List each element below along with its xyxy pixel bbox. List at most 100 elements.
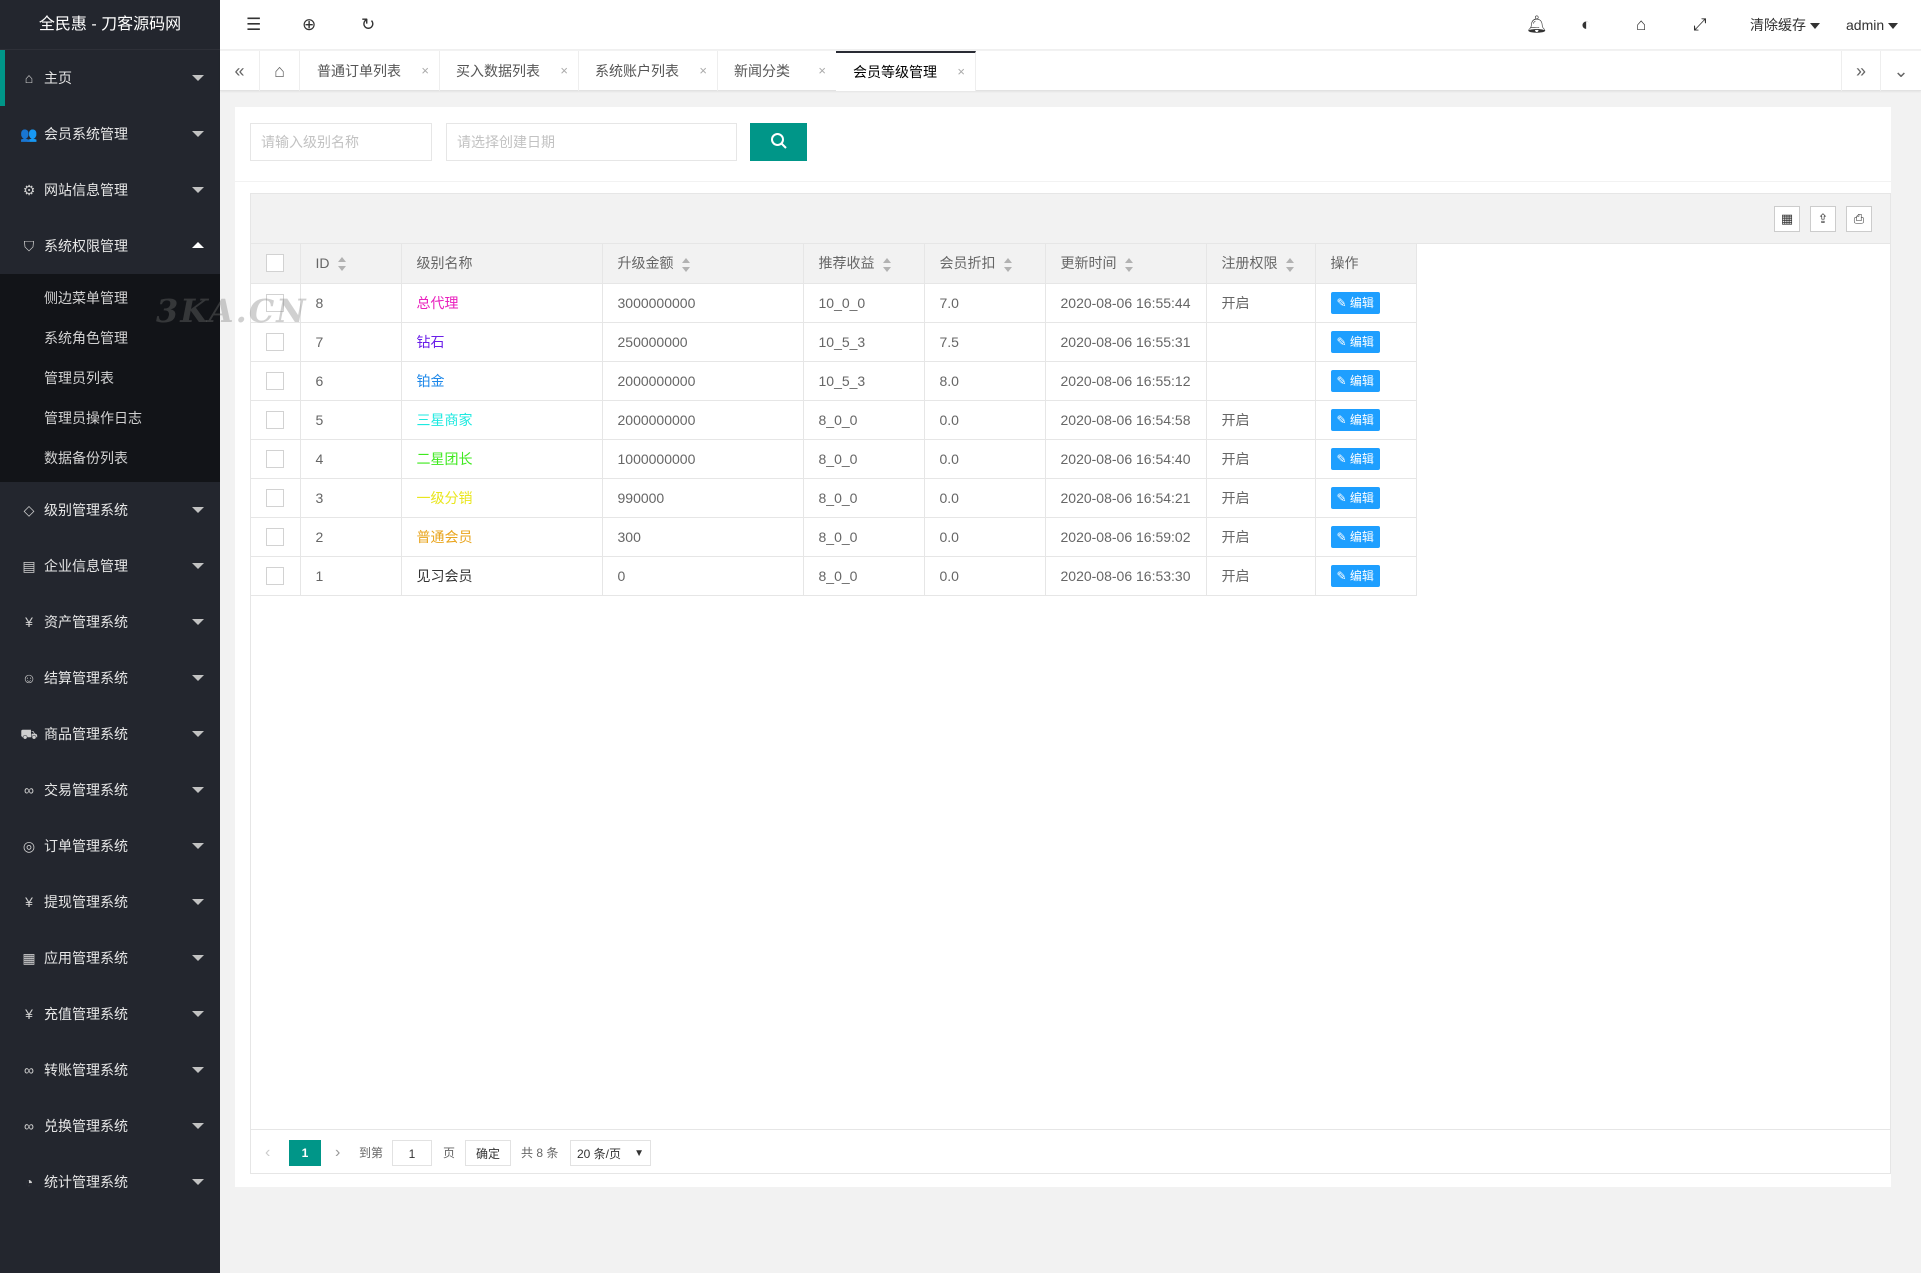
menu-toggle-icon[interactable]: ☰ xyxy=(246,0,261,50)
sidebar-subitem-4[interactable]: 数据备份列表 xyxy=(0,438,220,478)
home-tab-icon[interactable]: ⌂ xyxy=(260,51,300,91)
th-perm[interactable]: 注册权限 xyxy=(1206,244,1316,284)
sidebar-item-11[interactable]: ¥ 提现管理系统 xyxy=(0,874,220,930)
sidebar-item-15[interactable]: ∞ 兑换管理系统 xyxy=(0,1098,220,1154)
sidebar-item-16[interactable]: ◔ 统计管理系统 xyxy=(0,1154,220,1210)
edit-button[interactable]: ✎ 编辑 xyxy=(1330,291,1380,314)
columns-filter-icon[interactable]: ▦ xyxy=(1774,206,1800,232)
tab-2[interactable]: 系统账户列表 × xyxy=(578,51,718,91)
edit-button[interactable]: ✎ 编辑 xyxy=(1330,486,1380,509)
cell-id: 5 xyxy=(300,400,402,440)
refresh-icon[interactable]: ↻ xyxy=(361,0,375,50)
edit-button[interactable]: ✎ 编辑 xyxy=(1330,525,1380,548)
tabs-menu-chevron-down-icon[interactable]: ⌄ xyxy=(1881,51,1921,91)
th-discount[interactable]: 会员折扣 xyxy=(924,244,1046,284)
row-checkbox[interactable] xyxy=(266,566,285,585)
goto-page-input[interactable]: 1 xyxy=(392,1140,432,1166)
sidebar-item-8[interactable]: ⛟ 商品管理系统 xyxy=(0,706,220,762)
tab-0[interactable]: 普通订单列表 × xyxy=(300,51,440,91)
bell-icon[interactable]: 🔔︎ xyxy=(1526,0,1548,50)
row-checkbox[interactable] xyxy=(266,332,285,351)
page-1-button[interactable]: 1 xyxy=(289,1140,321,1166)
tab-1[interactable]: 买入数据列表 × xyxy=(439,51,579,91)
tabs-scroll-right-icon[interactable]: » xyxy=(1841,51,1881,91)
th-time[interactable]: 更新时间 xyxy=(1045,244,1207,284)
sidebar-item-10[interactable]: ◎ 订单管理系统 xyxy=(0,818,220,874)
tab-label: 系统账户列表 xyxy=(595,63,679,79)
clear-cache-menu[interactable]: 清除缓存 xyxy=(1750,0,1820,50)
sort-icon[interactable] xyxy=(1285,257,1294,272)
edit-button[interactable]: ✎ 编辑 xyxy=(1330,369,1380,392)
sidebar-item-0[interactable]: ⌂ 主页 xyxy=(0,50,220,106)
user-menu[interactable]: admin xyxy=(1846,0,1899,50)
th-reward[interactable]: 推荐收益 xyxy=(803,244,925,284)
sidebar-item-7[interactable]: ☺ 结算管理系统 xyxy=(0,650,220,706)
sidebar-item-1[interactable]: 👥 会员系统管理 xyxy=(0,106,220,162)
row-checkbox[interactable] xyxy=(266,488,285,507)
page-size-select[interactable]: 20 条/页 ▼ xyxy=(570,1140,651,1166)
sort-icon[interactable] xyxy=(681,257,690,272)
th-amount[interactable]: 升级金额 xyxy=(602,244,804,284)
sort-icon[interactable] xyxy=(337,257,346,272)
pencil-icon: ✎ xyxy=(1336,295,1350,310)
sidebar-item-14[interactable]: ∞ 转账管理系统 xyxy=(0,1042,220,1098)
next-page-icon[interactable]: › xyxy=(335,1140,340,1166)
cell-amount: 0 xyxy=(602,556,804,596)
row-checkbox[interactable] xyxy=(266,410,285,429)
sort-icon[interactable] xyxy=(882,257,891,272)
search-button[interactable] xyxy=(750,123,807,161)
sidebar-item-5[interactable]: ▤ 企业信息管理 xyxy=(0,538,220,594)
sidebar-item-13[interactable]: ¥ 充值管理系统 xyxy=(0,986,220,1042)
close-icon[interactable]: × xyxy=(818,51,826,91)
cell-actions: ✎ 编辑 xyxy=(1315,517,1417,557)
cell-amount: 250000000 xyxy=(602,322,804,362)
th-id[interactable]: ID xyxy=(300,244,402,284)
sidebar-item-2[interactable]: ⚙ 网站信息管理 xyxy=(0,162,220,218)
sidebar-subitem-2[interactable]: 管理员列表 xyxy=(0,358,220,398)
chevron-down-icon xyxy=(192,731,204,737)
tag-icon[interactable]: ⌂ xyxy=(1636,0,1646,50)
goto-confirm-button[interactable]: 确定 xyxy=(465,1140,511,1166)
sidebar-subitem-3[interactable]: 管理员操作日志 xyxy=(0,398,220,438)
fullscreen-icon[interactable]: ⤢ xyxy=(1693,0,1707,50)
chevron-down-icon xyxy=(192,955,204,961)
edit-button[interactable]: ✎ 编辑 xyxy=(1330,330,1380,353)
tab-4[interactable]: 会员等级管理 × xyxy=(836,51,976,91)
sidebar-item-4[interactable]: ◇ 级别管理系统 xyxy=(0,482,220,538)
close-icon[interactable]: × xyxy=(699,51,707,91)
sort-icon[interactable] xyxy=(1003,257,1012,272)
create-date-input[interactable] xyxy=(446,123,737,161)
cell-discount: 0.0 xyxy=(924,400,1046,440)
palette-icon[interactable]: ◐ xyxy=(1581,0,1591,50)
sidebar-item-9[interactable]: ∞ 交易管理系统 xyxy=(0,762,220,818)
sidebar-item-12[interactable]: ▦ 应用管理系统 xyxy=(0,930,220,986)
row-checkbox[interactable] xyxy=(266,371,285,390)
row-checkbox[interactable] xyxy=(266,449,285,468)
edit-button[interactable]: ✎ 编辑 xyxy=(1330,564,1380,587)
sidebar-item-6[interactable]: ¥ 资产管理系统 xyxy=(0,594,220,650)
edit-label: 编辑 xyxy=(1349,412,1374,427)
select-all-checkbox[interactable] xyxy=(266,254,285,273)
cell-name: 二星团长 xyxy=(401,439,603,479)
pencil-icon: ✎ xyxy=(1336,568,1350,583)
prev-page-icon[interactable]: ‹ xyxy=(265,1140,270,1166)
close-icon[interactable]: × xyxy=(560,51,568,91)
select-all-cell xyxy=(251,244,301,284)
edit-button[interactable]: ✎ 编辑 xyxy=(1330,447,1380,470)
close-icon[interactable]: × xyxy=(421,51,429,91)
row-checkbox[interactable] xyxy=(266,527,285,546)
level-name-search-input[interactable] xyxy=(250,123,432,161)
close-icon[interactable]: × xyxy=(957,53,965,91)
sort-icon[interactable] xyxy=(1124,257,1133,272)
sidebar-item-3[interactable]: ⛉ 系统权限管理 xyxy=(0,218,220,274)
cell-discount: 7.0 xyxy=(924,283,1046,323)
cell-name: 总代理 xyxy=(401,283,603,323)
sidebar-item-label: 商品管理系统 xyxy=(44,726,128,742)
globe-icon[interactable]: ⊕ xyxy=(302,0,316,50)
edit-button[interactable]: ✎ 编辑 xyxy=(1330,408,1380,431)
export-icon[interactable]: ⇪ xyxy=(1810,206,1836,232)
tabs-scroll-left-icon[interactable]: « xyxy=(220,51,260,91)
print-icon[interactable]: ⎙ xyxy=(1846,206,1872,232)
tab-3[interactable]: 新闻分类 × xyxy=(717,51,837,91)
chevron-down-icon xyxy=(1888,23,1899,30)
